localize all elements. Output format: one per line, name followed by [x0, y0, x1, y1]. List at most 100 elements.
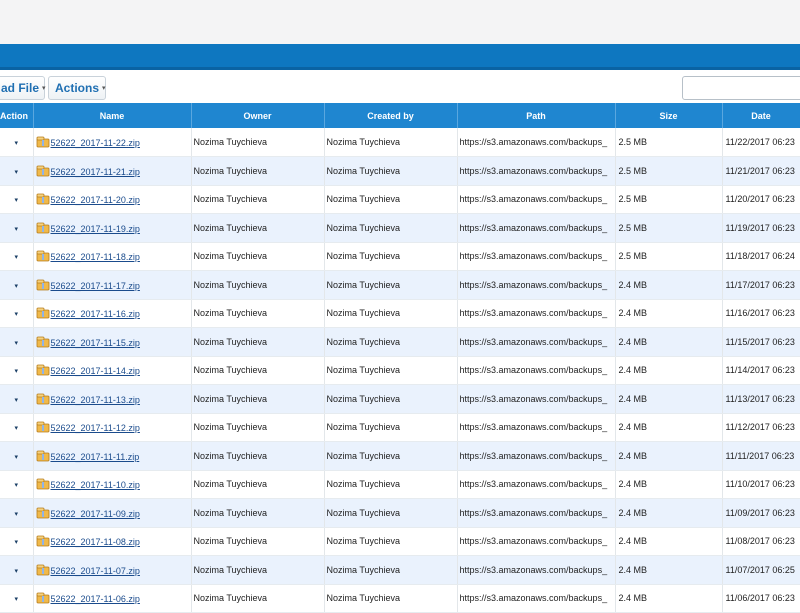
row-action-cell[interactable]: ▾ [0, 498, 34, 528]
date-cell: 11/13/2017 06:23 [722, 384, 800, 414]
search-input[interactable] [682, 76, 800, 100]
row-action-cell[interactable]: ▾ [0, 527, 34, 556]
file-link[interactable]: 52622_2017-11-20.zip [51, 195, 140, 205]
column-header-action[interactable]: Action [0, 103, 34, 128]
date-cell: 11/22/2017 06:23 [722, 128, 800, 157]
date-cell: 11/20/2017 06:23 [722, 185, 800, 214]
date-cell: 11/16/2017 06:23 [722, 299, 800, 328]
table-row: ▾ 52622_2017-11-22.zip Nozima Tuychieva Noz… [0, 128, 800, 157]
zip-archive-icon [36, 336, 50, 348]
zip-archive-icon [36, 165, 50, 177]
row-action-cell[interactable]: ▾ [0, 213, 34, 243]
date-cell: 11/09/2017 06:23 [722, 498, 800, 528]
file-link[interactable]: 52622_2017-11-19.zip [51, 224, 140, 234]
created-by-cell: Nozima Tuychieva [324, 128, 458, 157]
size-cell: 2.4 MB [615, 470, 723, 499]
dropdown-caret-icon[interactable]: ▾ [14, 311, 18, 318]
path-cell: https://s3.amazonaws.com/backups_ [457, 384, 616, 414]
size-cell: 2.4 MB [615, 584, 723, 613]
column-header-name[interactable]: Name [33, 103, 192, 128]
created-by-cell: Nozima Tuychieva [324, 299, 458, 328]
file-link[interactable]: 52622_2017-11-18.zip [51, 252, 140, 262]
name-cell: 52622_2017-11-10.zip [33, 470, 192, 499]
file-link[interactable]: 52622_2017-11-15.zip [51, 338, 140, 348]
owner-cell: Nozima Tuychieva [191, 441, 325, 471]
toolbar: ad File ▾ Actions ▾ [0, 70, 800, 103]
file-link[interactable]: 52622_2017-11-11.zip [51, 452, 140, 462]
row-action-cell[interactable]: ▾ [0, 441, 34, 471]
file-link[interactable]: 52622_2017-11-17.zip [51, 281, 140, 291]
row-action-cell[interactable]: ▾ [0, 555, 34, 585]
actions-button[interactable]: Actions ▾ [48, 76, 106, 100]
dropdown-caret-icon[interactable]: ▾ [14, 254, 18, 261]
dropdown-caret-icon[interactable]: ▾ [14, 482, 18, 489]
file-link[interactable]: 52622_2017-11-06.zip [51, 594, 140, 604]
dropdown-caret-icon[interactable]: ▾ [14, 511, 18, 518]
file-link[interactable]: 52622_2017-11-16.zip [51, 309, 140, 319]
file-link[interactable]: 52622_2017-11-09.zip [51, 509, 140, 519]
date-cell: 11/21/2017 06:23 [722, 156, 800, 186]
size-cell: 2.4 MB [615, 270, 723, 300]
file-link[interactable]: 52622_2017-11-12.zip [51, 423, 140, 433]
row-action-cell[interactable]: ▾ [0, 270, 34, 300]
size-cell: 2.4 MB [615, 384, 723, 414]
row-action-cell[interactable]: ▾ [0, 185, 34, 214]
created-by-cell: Nozima Tuychieva [324, 441, 458, 471]
table-row: ▾ 52622_2017-11-17.zip Nozima Tuychieva Noz… [0, 270, 800, 300]
name-cell: 52622_2017-11-15.zip [33, 327, 192, 357]
dropdown-caret-icon[interactable]: ▾ [14, 397, 18, 404]
file-link[interactable]: 52622_2017-11-21.zip [51, 167, 140, 177]
row-action-cell[interactable]: ▾ [0, 470, 34, 499]
date-cell: 11/08/2017 06:23 [722, 527, 800, 556]
row-action-cell[interactable]: ▾ [0, 384, 34, 414]
file-link[interactable]: 52622_2017-11-14.zip [51, 366, 140, 376]
name-cell: 52622_2017-11-08.zip [33, 527, 192, 556]
dropdown-caret-icon[interactable]: ▾ [14, 454, 18, 461]
column-header-date[interactable]: Date [722, 103, 800, 128]
column-header-created-by[interactable]: Created by [324, 103, 458, 128]
file-link[interactable]: 52622_2017-11-07.zip [51, 566, 140, 576]
created-by-cell: Nozima Tuychieva [324, 470, 458, 499]
row-action-cell[interactable]: ▾ [0, 242, 34, 271]
dropdown-caret-icon[interactable]: ▾ [14, 140, 18, 147]
upload-file-button[interactable]: ad File ▾ [0, 76, 46, 100]
row-action-cell[interactable]: ▾ [0, 413, 34, 442]
size-cell: 2.4 MB [615, 527, 723, 556]
file-link[interactable]: 52622_2017-11-22.zip [51, 138, 140, 148]
path-cell: https://s3.amazonaws.com/backups_ [457, 498, 616, 528]
name-cell: 52622_2017-11-18.zip [33, 242, 192, 271]
owner-cell: Nozima Tuychieva [191, 555, 325, 585]
dropdown-caret-icon[interactable]: ▾ [14, 568, 18, 575]
column-header-owner[interactable]: Owner [191, 103, 325, 128]
path-cell: https://s3.amazonaws.com/backups_ [457, 185, 616, 214]
name-cell: 52622_2017-11-20.zip [33, 185, 192, 214]
table-header-row: Action Name Owner Created by Path Size D… [0, 103, 800, 128]
zip-archive-icon [36, 279, 50, 291]
path-cell: https://s3.amazonaws.com/backups_ [457, 441, 616, 471]
column-header-path[interactable]: Path [457, 103, 616, 128]
dropdown-caret-icon[interactable]: ▾ [14, 197, 18, 204]
table-row: ▾ 52622_2017-11-10.zip Nozima Tuychieva Noz… [0, 470, 800, 499]
row-action-cell[interactable]: ▾ [0, 356, 34, 385]
dropdown-caret-icon[interactable]: ▾ [14, 283, 18, 290]
dropdown-caret-icon[interactable]: ▾ [14, 425, 18, 432]
dropdown-caret-icon[interactable]: ▾ [14, 539, 18, 546]
row-action-cell[interactable]: ▾ [0, 156, 34, 186]
row-action-cell[interactable]: ▾ [0, 584, 34, 613]
dropdown-caret-icon[interactable]: ▾ [14, 340, 18, 347]
column-header-size[interactable]: Size [615, 103, 723, 128]
dropdown-caret-icon[interactable]: ▾ [14, 368, 18, 375]
size-cell: 2.5 MB [615, 156, 723, 186]
upload-file-label: ad File [1, 81, 40, 95]
file-link[interactable]: 52622_2017-11-10.zip [51, 480, 140, 490]
path-cell: https://s3.amazonaws.com/backups_ [457, 270, 616, 300]
file-link[interactable]: 52622_2017-11-08.zip [51, 537, 140, 547]
row-action-cell[interactable]: ▾ [0, 128, 34, 157]
table-row: ▾ 52622_2017-11-09.zip Nozima Tuychieva Noz… [0, 498, 800, 528]
row-action-cell[interactable]: ▾ [0, 299, 34, 328]
dropdown-caret-icon[interactable]: ▾ [14, 169, 18, 176]
row-action-cell[interactable]: ▾ [0, 327, 34, 357]
file-link[interactable]: 52622_2017-11-13.zip [51, 395, 140, 405]
table-row: ▾ 52622_2017-11-21.zip Nozima Tuychieva Noz… [0, 156, 800, 186]
dropdown-caret-icon[interactable]: ▾ [14, 226, 18, 233]
